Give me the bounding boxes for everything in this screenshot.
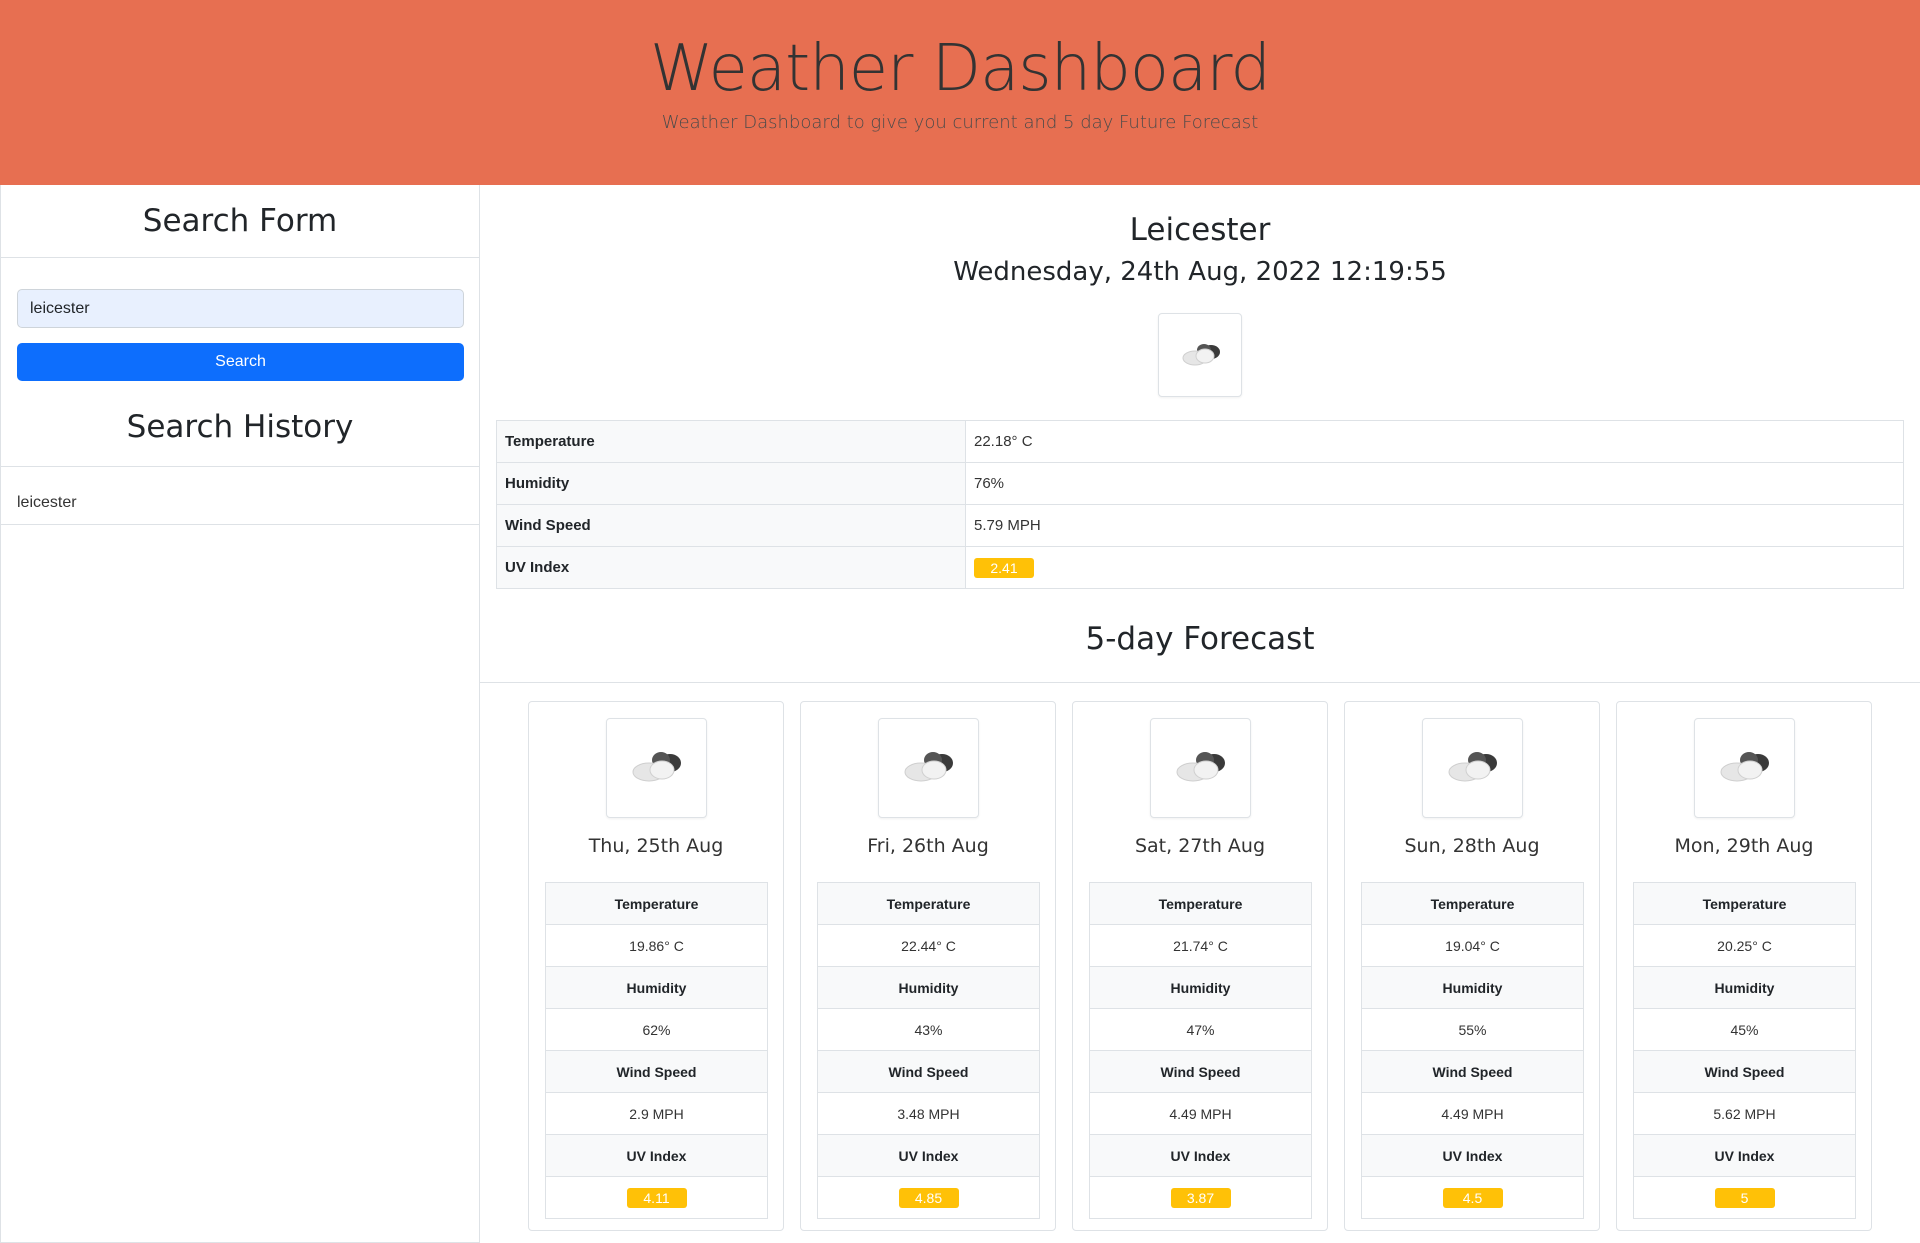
uv-index-label: UV Index: [1361, 1134, 1584, 1177]
page-header: Weather Dashboard Weather Dashboard to g…: [0, 0, 1920, 185]
humidity-value: 76%: [965, 462, 1904, 505]
uv-index-label: UV Index: [1089, 1134, 1312, 1177]
uv-index-cell: 4.85: [817, 1176, 1040, 1219]
sidebar: Search Form Search Search History leices…: [0, 185, 480, 1243]
temperature-label: Temperature: [545, 882, 768, 925]
search-form-title: Search Form: [1, 185, 479, 258]
uv-index-label: UV Index: [1633, 1134, 1856, 1177]
table-row: UV Index 2.41: [496, 546, 1904, 589]
uv-index-cell: 5: [1633, 1176, 1856, 1219]
cloud-icon: [632, 752, 681, 782]
search-history-title: Search History: [1, 397, 479, 467]
uv-index-badge: 4.85: [898, 1187, 959, 1208]
temperature-value: 22.18° C: [965, 420, 1904, 463]
temperature-label: Temperature: [1361, 882, 1584, 925]
wind-speed-label: Wind Speed: [545, 1050, 768, 1093]
uv-index-label: UV Index: [496, 546, 966, 589]
main-content: Leicester Wednesday, 24th Aug, 2022 12:1…: [480, 185, 1920, 1243]
forecast-table: Temperature 22.44° C Humidity 43% Wind Speed…: [817, 882, 1040, 1219]
cloud-icon: [1182, 344, 1220, 366]
forecast-date: Fri, 26th Aug: [867, 835, 989, 857]
uv-index-cell: 2.41: [965, 546, 1904, 589]
temperature-label: Temperature: [1633, 882, 1856, 925]
forecast-date: Mon, 29th Aug: [1674, 835, 1814, 857]
forecast-icon-box: [878, 718, 979, 818]
wind-speed-label: Wind Speed: [1633, 1050, 1856, 1093]
humidity-label: Humidity: [545, 966, 768, 1009]
cloud-icon: [1176, 752, 1225, 782]
humidity-label: Humidity: [1361, 966, 1584, 1009]
forecast-card: Sun, 28th Aug Temperature 19.04° C Humidity…: [1344, 701, 1600, 1231]
wind-speed-value: 2.9 MPH: [545, 1092, 768, 1135]
forecast-icon-box: [1694, 718, 1795, 818]
current-datetime: Wednesday, 24th Aug, 2022 12:19:55: [953, 257, 1447, 287]
humidity-label: Humidity: [1633, 966, 1856, 1009]
humidity-label: Humidity: [496, 462, 966, 505]
uv-index-badge: 4.5: [1442, 1187, 1503, 1208]
uv-index-cell: 3.87: [1089, 1176, 1312, 1219]
page-subtitle: Weather Dashboard to give you current an…: [661, 112, 1259, 133]
cloud-icon: [1448, 752, 1497, 782]
humidity-value: 47%: [1089, 1008, 1312, 1051]
forecast-card: Thu, 25th Aug Temperature 19.86° C Humidity…: [528, 701, 784, 1231]
temperature-label: Temperature: [817, 882, 1040, 925]
current-weather-icon-box: [1158, 313, 1242, 397]
wind-speed-value: 4.49 MPH: [1089, 1092, 1312, 1135]
forecast-table: Temperature 19.86° C Humidity 62% Wind Speed…: [545, 882, 768, 1219]
wind-speed-value: 3.48 MPH: [817, 1092, 1040, 1135]
cloud-icon: [904, 752, 953, 782]
wind-speed-label: Wind Speed: [817, 1050, 1040, 1093]
forecast-table: Temperature 20.25° C Humidity 45% Wind Speed…: [1633, 882, 1856, 1219]
forecast-date: Thu, 25th Aug: [588, 835, 724, 857]
uv-index-label: UV Index: [545, 1134, 768, 1177]
forecast-icon-box: [1150, 718, 1251, 818]
uv-index-badge: 2.41: [974, 557, 1034, 578]
temperature-value: 19.86° C: [545, 924, 768, 967]
forecast-card: Mon, 29th Aug Temperature 20.25° C Humidity…: [1616, 701, 1872, 1231]
humidity-label: Humidity: [1089, 966, 1312, 1009]
uv-index-badge: 4.11: [626, 1187, 687, 1208]
table-row: Humidity 76%: [496, 462, 1904, 505]
search-input[interactable]: [17, 289, 464, 328]
temperature-value: 22.44° C: [817, 924, 1040, 967]
uv-index-label: UV Index: [817, 1134, 1040, 1177]
history-item[interactable]: leicester: [1, 467, 479, 525]
uv-index-cell: 4.5: [1361, 1176, 1584, 1219]
humidity-value: 43%: [817, 1008, 1040, 1051]
page-title: Weather Dashboard: [649, 32, 1271, 106]
cloud-icon: [1720, 752, 1769, 782]
forecast-icon-box: [1422, 718, 1523, 818]
forecast-card: Sat, 27th Aug Temperature 21.74° C Humidity…: [1072, 701, 1328, 1231]
temperature-label: Temperature: [1089, 882, 1312, 925]
current-weather-table: Temperature 22.18° C Humidity 76% Wind S…: [496, 420, 1904, 589]
wind-speed-value: 5.62 MPH: [1633, 1092, 1856, 1135]
table-row: Wind Speed 5.79 MPH: [496, 504, 1904, 547]
wind-speed-value: 4.49 MPH: [1361, 1092, 1584, 1135]
table-row: Temperature 22.18° C: [496, 420, 1904, 463]
wind-speed-label: Wind Speed: [496, 504, 966, 547]
humidity-value: 55%: [1361, 1008, 1584, 1051]
uv-index-cell: 4.11: [545, 1176, 768, 1219]
wind-speed-label: Wind Speed: [1089, 1050, 1312, 1093]
uv-index-badge: 3.87: [1170, 1187, 1231, 1208]
humidity-value: 45%: [1633, 1008, 1856, 1051]
forecast-card: Fri, 26th Aug Temperature 22.44° C Humidity…: [800, 701, 1056, 1231]
forecast-date: Sat, 27th Aug: [1134, 835, 1266, 857]
temperature-label: Temperature: [496, 420, 966, 463]
wind-speed-label: Wind Speed: [1361, 1050, 1584, 1093]
temperature-value: 21.74° C: [1089, 924, 1312, 967]
uv-index-badge: 5: [1714, 1187, 1775, 1208]
city-name: Leicester: [1129, 212, 1271, 248]
forecast-date: Sun, 28th Aug: [1404, 835, 1540, 857]
forecast-table: Temperature 19.04° C Humidity 55% Wind Speed…: [1361, 882, 1584, 1219]
forecast-table: Temperature 21.74° C Humidity 47% Wind Speed…: [1089, 882, 1312, 1219]
temperature-value: 20.25° C: [1633, 924, 1856, 967]
search-button[interactable]: Search: [17, 343, 464, 381]
humidity-label: Humidity: [817, 966, 1040, 1009]
temperature-value: 19.04° C: [1361, 924, 1584, 967]
humidity-value: 62%: [545, 1008, 768, 1051]
forecast-title: 5-day Forecast: [480, 621, 1920, 683]
wind-speed-value: 5.79 MPH: [965, 504, 1904, 547]
forecast-icon-box: [606, 718, 707, 818]
